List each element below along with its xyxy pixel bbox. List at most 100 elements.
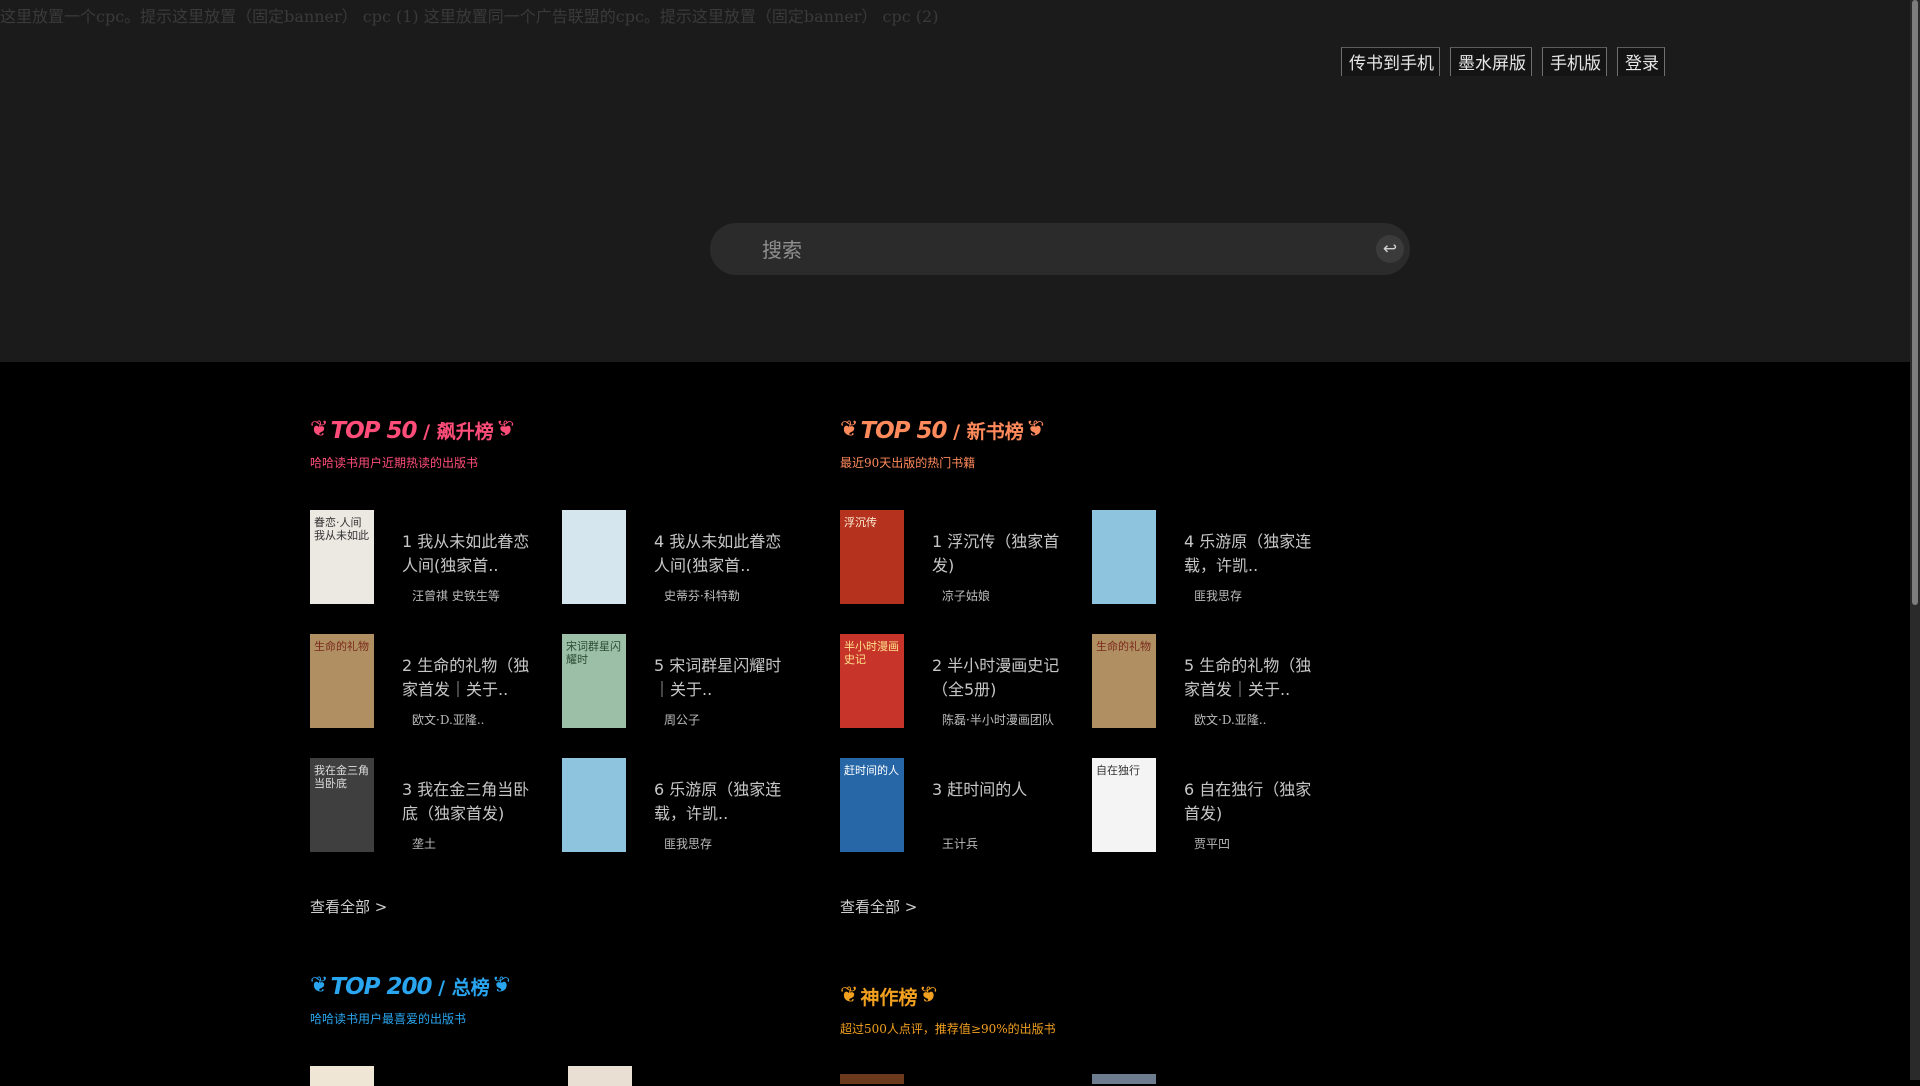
laurel-left-icon: ❦ — [310, 973, 329, 998]
book-cover-text: 眷恋·人间 我从未如此 — [314, 516, 369, 543]
book-title[interactable]: 2 生命的礼物（独家首发｜关于.. — [402, 654, 542, 702]
book-title[interactable]: 3 赶时间的人 — [932, 778, 1072, 802]
title-top50: TOP 50 — [860, 417, 947, 444]
book-item[interactable]: 浮沉传 1 浮沉传（独家首发) 凉子姑娘 — [840, 510, 1080, 605]
laurel-left-icon: ❦ — [840, 983, 859, 1008]
book-item[interactable]: 我在金三角当卧底 3 我在金三角当卧底（独家首发) 垄土 — [310, 758, 550, 853]
section-title: TOP 200 / 总榜 — [330, 973, 490, 1000]
search-input[interactable] — [760, 235, 1324, 265]
book-item[interactable]: 4 乐游原（独家连载，许凯.. 匪我思存 — [1092, 510, 1332, 605]
book-title[interactable]: 4 我从未如此眷恋人间(独家首.. — [654, 530, 794, 578]
book-item[interactable]: 宋词群星闪耀时 5 宋词群星闪耀时｜关于.. 周公子 — [562, 634, 802, 729]
section-title: TOP 50 / 新书榜 — [860, 417, 1024, 444]
book-author: 周公子 — [664, 713, 701, 727]
page-scrollbar[interactable] — [1910, 0, 1920, 1080]
book-cover[interactable]: 生命的礼物 — [310, 634, 374, 728]
book-cover[interactable]: 半小时漫画史记 — [840, 634, 904, 728]
book-rank: 4 — [654, 532, 665, 551]
mobile-version-link[interactable]: 手机版 — [1542, 47, 1607, 76]
book-cover-partial[interactable] — [310, 1066, 374, 1086]
title-label: 飙升榜 — [436, 420, 494, 443]
book-cover[interactable]: 宋词群星闪耀时 — [562, 634, 626, 728]
title-top200: TOP 200 — [330, 973, 432, 1000]
book-title[interactable]: 5 宋词群星闪耀时｜关于.. — [654, 654, 794, 702]
book-title[interactable]: 1 浮沉传（独家首发) — [932, 530, 1072, 578]
book-title-text: 生命的礼物（独家首发｜关于.. — [1184, 656, 1312, 699]
book-title-text: 我在金三角当卧底（独家首发) — [402, 780, 530, 823]
send-to-phone-link[interactable]: 传书到手机 — [1341, 47, 1440, 76]
book-author: 欧文·D.亚隆.. — [1194, 713, 1267, 727]
book-title-text: 我从未如此眷恋人间(独家首.. — [654, 532, 782, 575]
title-top50: TOP 50 — [330, 417, 417, 444]
view-all-link[interactable]: 查看全部 > — [840, 896, 917, 917]
section-total-chart: ❦ TOP 200 / 总榜 ❦ 哈哈读书用户最喜爱的出版书 — [310, 970, 830, 1086]
book-author: 匪我思存 — [664, 837, 713, 851]
book-rank: 3 — [932, 780, 943, 799]
book-cover[interactable] — [1092, 510, 1156, 604]
book-cover[interactable]: 自在独行 — [1092, 758, 1156, 852]
book-rank: 6 — [654, 780, 665, 799]
view-all-link[interactable]: 查看全部 > — [310, 896, 387, 917]
laurel-right-icon: ❦ — [491, 973, 511, 998]
section-heading: ❦ TOP 200 / 总榜 ❦ — [310, 970, 830, 1002]
book-author: 王计兵 — [942, 837, 979, 851]
book-title[interactable]: 4 乐游原（独家连载，许凯.. — [1184, 530, 1324, 578]
book-cover[interactable] — [562, 510, 626, 604]
book-item[interactable]: 眷恋·人间 我从未如此 1 我从未如此眷恋人间(独家首.. 汪曾祺 史铁生等 — [310, 510, 550, 605]
login-link[interactable]: 登录 — [1617, 47, 1665, 76]
book-author: 陈磊·半小时漫画团队 — [942, 713, 1054, 727]
book-cover[interactable]: 浮沉传 — [840, 510, 904, 604]
laurel-right-icon: ❦ — [495, 417, 515, 442]
book-cover-partial[interactable] — [840, 1074, 904, 1084]
section-subtitle: 超过500人点评，推荐值≥90%的出版书 — [840, 1022, 1056, 1036]
book-cover-text: 生命的礼物 — [314, 640, 369, 653]
book-item[interactable]: 6 乐游原（独家连载，许凯.. 匪我思存 — [562, 758, 802, 853]
book-item[interactable]: 生命的礼物 2 生命的礼物（独家首发｜关于.. 欧文·D.亚隆.. — [310, 634, 550, 729]
section-title: 神作榜 — [860, 986, 918, 1009]
enter-icon[interactable]: ↩ — [1376, 235, 1404, 263]
book-item[interactable]: 半小时漫画史记 2 半小时漫画史记（全5册) 陈磊·半小时漫画团队 — [840, 634, 1080, 729]
book-cover-partial[interactable] — [568, 1066, 632, 1086]
book-item[interactable]: 赶时间的人 3 赶时间的人王计兵 — [840, 758, 1080, 853]
book-rank: 5 — [654, 656, 665, 675]
book-title-text: 生命的礼物（独家首发｜关于.. — [402, 656, 530, 699]
book-cover-text: 浮沉传 — [844, 516, 877, 529]
book-cover[interactable]: 我在金三角当卧底 — [310, 758, 374, 852]
book-rank: 1 — [402, 532, 413, 551]
book-title[interactable]: 2 半小时漫画史记（全5册) — [932, 654, 1072, 702]
book-title[interactable]: 6 自在独行（独家首发) — [1184, 778, 1324, 826]
scrollbar-thumb[interactable] — [1912, 0, 1918, 605]
laurel-right-icon: ❦ — [919, 983, 938, 1008]
book-author: 汪曾祺 史铁生等 — [412, 589, 500, 603]
book-author: 史蒂芬·科特勒 — [664, 589, 740, 603]
book-title-text: 半小时漫画史记（全5册) — [932, 656, 1060, 699]
book-item[interactable]: 生命的礼物 5 生命的礼物（独家首发｜关于.. 欧文·D.亚隆.. — [1092, 634, 1332, 729]
section-subtitle: 哈哈读书用户近期热读的出版书 — [310, 456, 479, 470]
book-cover-text: 半小时漫画史记 — [844, 640, 899, 667]
book-cover[interactable]: 赶时间的人 — [840, 758, 904, 852]
title-label: 新书榜 — [966, 420, 1024, 443]
book-cover[interactable]: 眷恋·人间 我从未如此 — [310, 510, 374, 604]
book-cover-partial[interactable] — [1092, 1074, 1156, 1084]
book-title-text: 我从未如此眷恋人间(独家首.. — [402, 532, 530, 575]
ad-placeholder-text: 这里放置一个cpc。提示这里放置（固定banner） cpc (1) 这里放置同… — [0, 7, 939, 26]
book-cover-text: 赶时间的人 — [844, 764, 899, 777]
book-cover[interactable] — [562, 758, 626, 852]
book-cover-text: 宋词群星闪耀时 — [566, 640, 621, 667]
section-heading: ❦ 神作榜 ❦ — [840, 980, 1360, 1012]
book-cover-text: 我在金三角当卧底 — [314, 764, 369, 791]
book-cover[interactable]: 生命的礼物 — [1092, 634, 1156, 728]
book-cover-text: 自在独行 — [1096, 764, 1140, 777]
book-item[interactable]: 4 我从未如此眷恋人间(独家首.. 史蒂芬·科特勒 — [562, 510, 802, 605]
book-item[interactable]: 自在独行 6 自在独行（独家首发) 贾平凹 — [1092, 758, 1332, 853]
book-title[interactable]: 3 我在金三角当卧底（独家首发) — [402, 778, 542, 826]
eink-version-link[interactable]: 墨水屏版 — [1450, 47, 1532, 76]
book-title[interactable]: 6 乐游原（独家连载，许凯.. — [654, 778, 794, 826]
section-rising-chart: ❦ TOP 50 / 飙升榜 ❦ 哈哈读书用户近期热读的出版书 眷恋·人间 我从… — [310, 414, 830, 916]
top-nav: 传书到手机 墨水屏版 手机版 登录 — [1331, 47, 1665, 76]
book-title[interactable]: 5 生命的礼物（独家首发｜关于.. — [1184, 654, 1324, 702]
book-author: 贾平凹 — [1194, 837, 1231, 851]
book-title[interactable]: 1 我从未如此眷恋人间(独家首.. — [402, 530, 542, 578]
section-subtitle: 哈哈读书用户最喜爱的出版书 — [310, 1012, 467, 1026]
book-rank: 2 — [932, 656, 943, 675]
